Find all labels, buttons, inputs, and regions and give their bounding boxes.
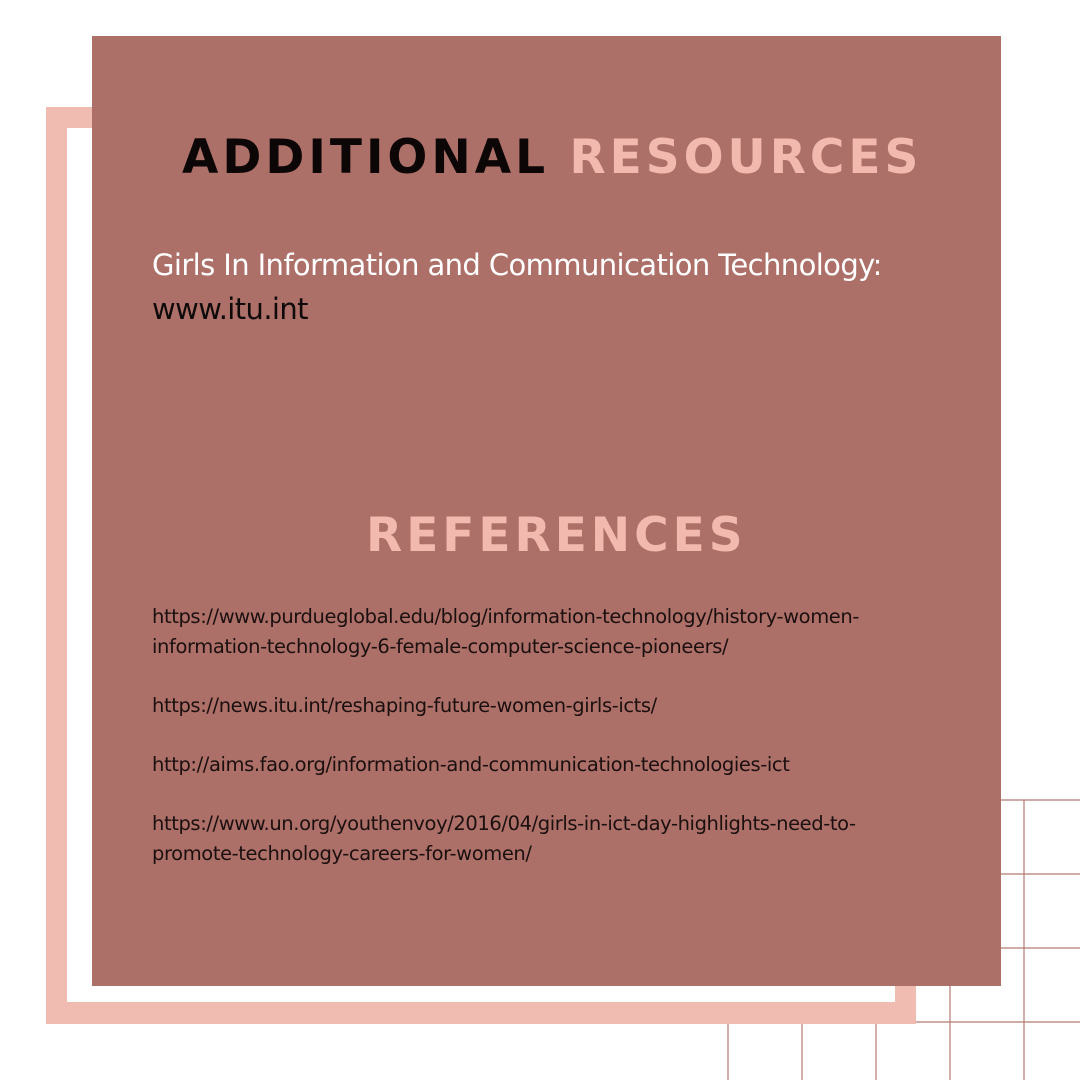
reference-link[interactable]: https://news.itu.int/reshaping-future-wo… (152, 691, 972, 721)
reference-line: https://www.purdueglobal.edu/blog/inform… (152, 605, 860, 628)
reference-link[interactable]: https://www.purdueglobal.edu/blog/inform… (152, 602, 972, 662)
reference-link[interactable]: https://www.un.org/youthenvoy/2016/04/gi… (152, 809, 972, 869)
resource-item: Girls In Information and Communication T… (152, 243, 972, 331)
resource-label: Girls In Information and Communication T… (152, 248, 882, 282)
additional-resources-heading: ADDITIONAL RESOURCES (182, 126, 922, 190)
references-list: https://www.purdueglobal.edu/blog/inform… (152, 602, 972, 898)
heading-dark-word: ADDITIONAL (182, 130, 550, 185)
reference-line: information-technology-6-female-computer… (152, 635, 729, 658)
references-heading: REFERENCES (366, 508, 747, 563)
reference-line: http://aims.fao.org/information-and-comm… (152, 753, 790, 776)
heading-light-word: RESOURCES (569, 130, 923, 185)
reference-link[interactable]: http://aims.fao.org/information-and-comm… (152, 750, 972, 780)
reference-line: promote-technology-careers-for-women/ (152, 842, 532, 865)
reference-line: https://www.un.org/youthenvoy/2016/04/gi… (152, 812, 856, 835)
resource-link[interactable]: www.itu.int (152, 287, 972, 331)
reference-line: https://news.itu.int/reshaping-future-wo… (152, 694, 657, 717)
